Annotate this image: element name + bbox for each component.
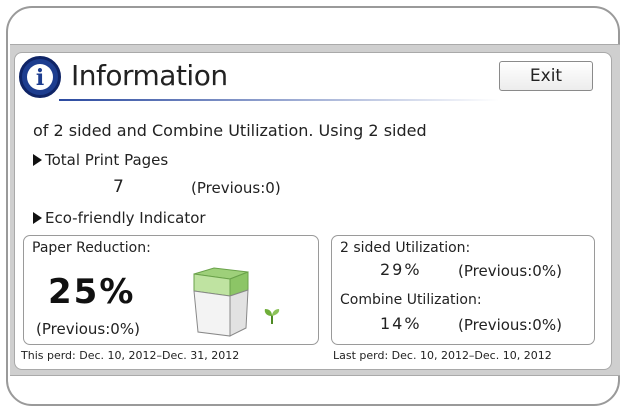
paper-reduction-label: Paper Reduction: [32,240,151,256]
eco-indicator-heading: Eco-friendly Indicator [33,209,206,227]
info-icon: i [19,56,61,98]
combine-utilization-label: Combine Utilization: [340,292,482,308]
page-title: Information [71,59,228,92]
combine-utilization-value: 14% [380,314,422,333]
last-period-text: Last perd: Dec. 10, 2012–Dec. 10, 2012 [333,349,552,362]
two-sided-utilization-value: 29% [380,260,422,279]
total-print-pages-value: 7 [113,177,124,197]
two-sided-utilization-previous: (Previous:0%) [458,262,562,280]
title-underline [59,99,499,101]
total-print-pages-heading: Total Print Pages [33,151,168,169]
utilization-box: 2 sided Utilization: 29% (Previous:0%) C… [331,235,595,345]
information-panel: i Information Exit of 2 sided and Combin… [14,52,612,370]
total-print-pages-label: Total Print Pages [45,151,169,169]
total-print-pages-previous: (Previous:0) [191,179,281,197]
triangle-bullet-icon [33,154,42,166]
panel-header: i Information Exit [15,53,611,105]
two-sided-utilization-label: 2 sided Utilization: [340,240,471,256]
triangle-bullet-icon [33,212,42,224]
exit-button[interactable]: Exit [499,61,593,91]
eco-indicator-label: Eco-friendly Indicator [45,209,206,227]
paper-reduction-previous: (Previous:0%) [36,320,140,338]
combine-utilization-previous: (Previous:0%) [458,316,562,334]
this-period-text: This perd: Dec. 10, 2012–Dec. 31, 2012 [21,349,240,362]
paper-reduction-value: 25% [48,272,136,312]
sprout-icon [264,309,280,324]
paper-reduction-box: Paper Reduction: 25% (Previous:0%) [23,235,319,345]
description-text: of 2 sided and Combine Utilization. Usin… [33,121,427,140]
paper-bin-icon [193,267,249,337]
